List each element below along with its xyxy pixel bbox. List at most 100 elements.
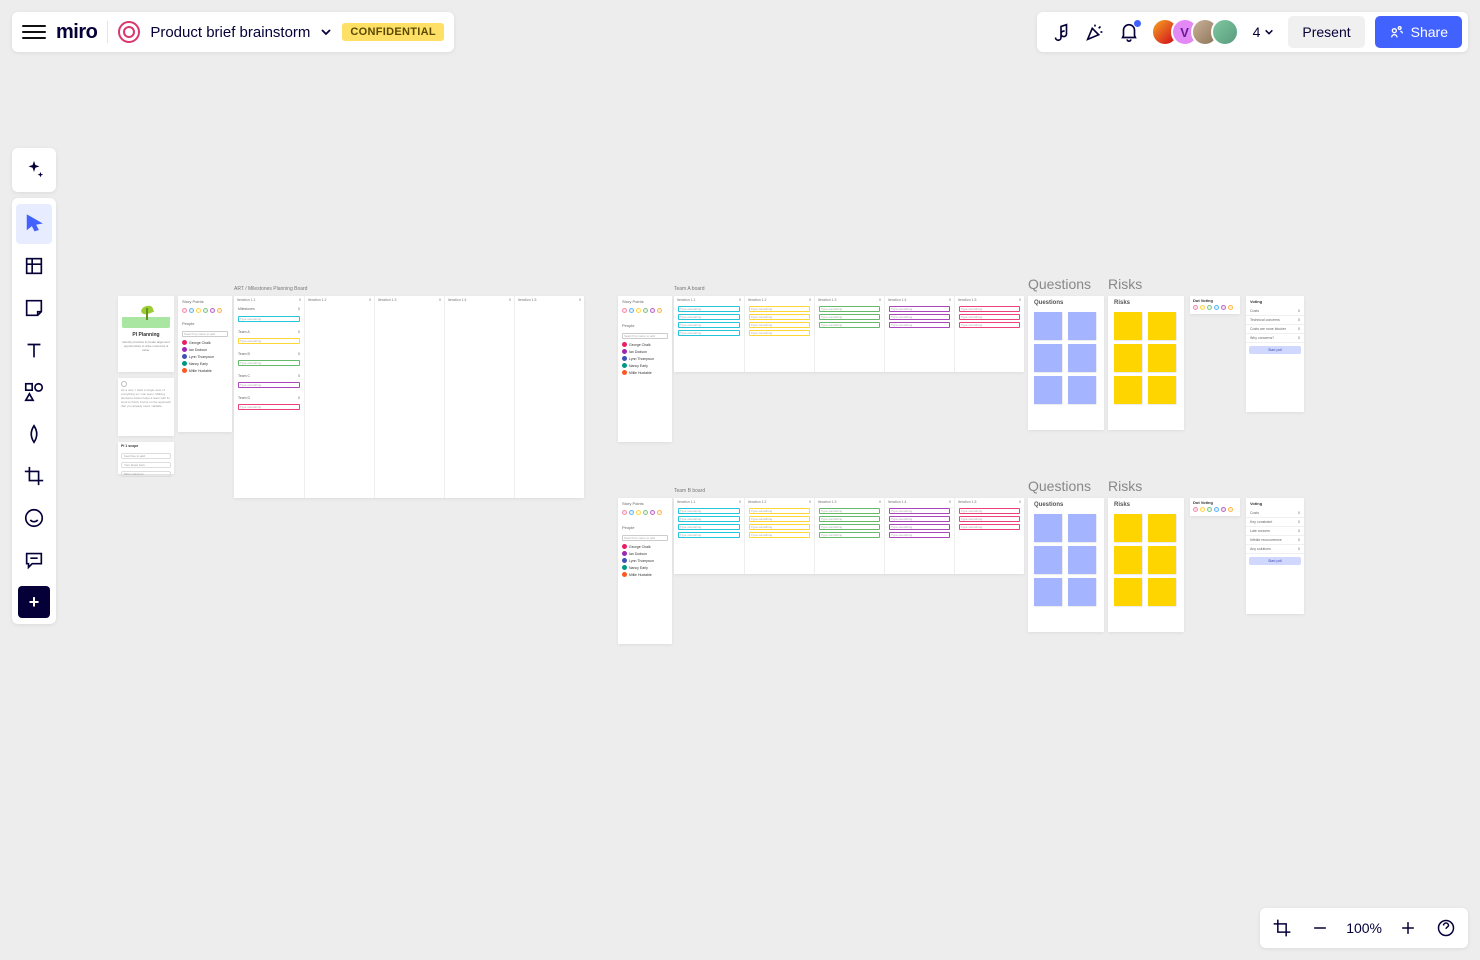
pi-planning-card[interactable]: PI Planning Identify priorities & create…	[118, 296, 174, 372]
sticky-note[interactable]	[1034, 578, 1062, 606]
start-poll-button[interactable]: Start poll	[1249, 557, 1301, 565]
input-card[interactable]: Type something	[678, 306, 740, 312]
sticky-note[interactable]	[1148, 514, 1176, 542]
list-item[interactable]: Infinite reoccurrence0	[1246, 536, 1304, 545]
input-card[interactable]: Type something	[749, 508, 810, 514]
list-item[interactable]: Technical concerns0	[1246, 316, 1304, 325]
voting-panel-b[interactable]: Voting Costs0 Key constraint0 Late conce…	[1246, 498, 1304, 614]
input-card[interactable]: Type something	[749, 322, 810, 328]
input-card[interactable]: Type something	[238, 360, 300, 366]
sticky-note[interactable]	[1068, 578, 1096, 606]
list-item[interactable]: Costs0	[1246, 509, 1304, 518]
input-card[interactable]: Type something	[889, 508, 950, 514]
art-sidebar[interactable]: Story Points People Search by name to ad…	[178, 296, 232, 432]
search-input[interactable]: Search by name to add	[622, 535, 668, 541]
input-card[interactable]: Type something	[749, 314, 810, 320]
sticky-note[interactable]	[1068, 514, 1096, 542]
input-card[interactable]: Type something	[819, 524, 880, 530]
sticky-note[interactable]	[1148, 312, 1176, 340]
input-card[interactable]: Type something	[749, 532, 810, 538]
input-card[interactable]: Type something	[889, 306, 950, 312]
sticky-note[interactable]	[1148, 344, 1176, 372]
input-card[interactable]: Type something	[959, 524, 1020, 530]
input-card[interactable]: Type something	[819, 516, 880, 522]
voting-header-a[interactable]: Dot Voting	[1190, 296, 1240, 314]
input-card[interactable]: Type something	[889, 322, 950, 328]
sticky-note[interactable]	[1034, 344, 1062, 372]
input-card[interactable]: Type something	[889, 314, 950, 320]
team-b-sidebar[interactable]: Story Points People Search by name to ad…	[618, 498, 672, 644]
voting-panel-a[interactable]: Voting Costs0 Technical concerns0 Costs …	[1246, 296, 1304, 412]
input-card[interactable]: Type something	[819, 532, 880, 538]
sticky-note[interactable]	[1114, 376, 1142, 404]
input-card[interactable]: Type something	[678, 516, 740, 522]
list-item[interactable]: Feel free to add	[121, 453, 171, 459]
list-item[interactable]: Why concerns?0	[1246, 334, 1304, 343]
art-board[interactable]: Iteration 1.10 Milestones0 Type somethin…	[234, 296, 584, 498]
sticky-note[interactable]	[1034, 312, 1062, 340]
input-card[interactable]: Type something	[678, 322, 740, 328]
sticky-note[interactable]	[1114, 546, 1142, 574]
start-poll-button[interactable]: Start poll	[1249, 346, 1301, 354]
team-a-sidebar[interactable]: Story Points People Search by name to ad…	[618, 296, 672, 442]
sticky-note[interactable]	[1068, 344, 1096, 372]
list-item[interactable]: Any solutions0	[1246, 545, 1304, 554]
sticky-note[interactable]	[1114, 344, 1142, 372]
questions-panel-a[interactable]: Questions	[1028, 296, 1104, 430]
input-card[interactable]: Type something	[819, 322, 880, 328]
input-card[interactable]: Type something	[819, 508, 880, 514]
voting-header-b[interactable]: Dot Voting	[1190, 498, 1240, 516]
sticky-note[interactable]	[1148, 578, 1176, 606]
sticky-note[interactable]	[1034, 514, 1062, 542]
input-card[interactable]: Type something	[819, 314, 880, 320]
input-card[interactable]: Type something	[889, 516, 950, 522]
input-card[interactable]: Type something	[678, 524, 740, 530]
sticky-note[interactable]	[1114, 514, 1142, 542]
list-item[interactable]: Costs are none blocker0	[1246, 325, 1304, 334]
sticky-note[interactable]	[1068, 376, 1096, 404]
list-item[interactable]: More welcome	[121, 471, 171, 477]
risks-panel-b[interactable]: Risks	[1108, 498, 1184, 632]
scope-card[interactable]: PI 1 scope Feel free to add Your ideas h…	[118, 442, 174, 474]
input-card[interactable]: Type something	[678, 532, 740, 538]
list-item[interactable]: Key constraint0	[1246, 518, 1304, 527]
input-card[interactable]: Type something	[889, 524, 950, 530]
input-card[interactable]: Type something	[749, 516, 810, 522]
list-item[interactable]: Your ideas here	[121, 462, 171, 468]
notes-card[interactable]: As a user, I want a single view of every…	[118, 378, 174, 436]
input-card[interactable]: Type something	[819, 306, 880, 312]
list-item[interactable]: Costs0	[1246, 307, 1304, 316]
input-card[interactable]: Type something	[959, 322, 1020, 328]
input-card[interactable]: Type something	[749, 330, 810, 336]
input-card[interactable]: Type something	[238, 382, 300, 388]
input-card[interactable]: Type something	[678, 508, 740, 514]
input-card[interactable]: Type something	[889, 532, 950, 538]
sticky-note[interactable]	[1114, 312, 1142, 340]
risks-panel-a[interactable]: Risks	[1108, 296, 1184, 430]
input-card[interactable]: Type something	[749, 306, 810, 312]
input-card[interactable]: Type something	[959, 314, 1020, 320]
input-card[interactable]: Type something	[678, 330, 740, 336]
input-card[interactable]: Type something	[959, 516, 1020, 522]
list-item[interactable]: Late concern0	[1246, 527, 1304, 536]
sticky-note[interactable]	[1034, 546, 1062, 574]
questions-panel-b[interactable]: Questions	[1028, 498, 1104, 632]
sticky-note[interactable]	[1034, 376, 1062, 404]
sticky-note[interactable]	[1068, 312, 1096, 340]
canvas[interactable]: PI Planning Identify priorities & create…	[0, 0, 1480, 960]
input-card[interactable]: Type something	[238, 404, 300, 410]
team-b-board[interactable]: Iteration 1.10 Type something Type somet…	[674, 498, 1024, 574]
sticky-note[interactable]	[1148, 376, 1176, 404]
search-input[interactable]: Search by name to add	[182, 331, 228, 337]
input-card[interactable]: Type something	[749, 524, 810, 530]
input-card[interactable]: Type something	[959, 306, 1020, 312]
input-card[interactable]: Type something	[678, 314, 740, 320]
sticky-note[interactable]	[1068, 546, 1096, 574]
input-card[interactable]: Type something	[238, 338, 300, 344]
sticky-note[interactable]	[1114, 578, 1142, 606]
sticky-note[interactable]	[1148, 546, 1176, 574]
search-input[interactable]: Search by name to add	[622, 333, 668, 339]
input-card[interactable]: Type something	[959, 508, 1020, 514]
input-card[interactable]: Type something	[238, 316, 300, 322]
team-a-board[interactable]: Iteration 1.10 Type something Type somet…	[674, 296, 1024, 372]
